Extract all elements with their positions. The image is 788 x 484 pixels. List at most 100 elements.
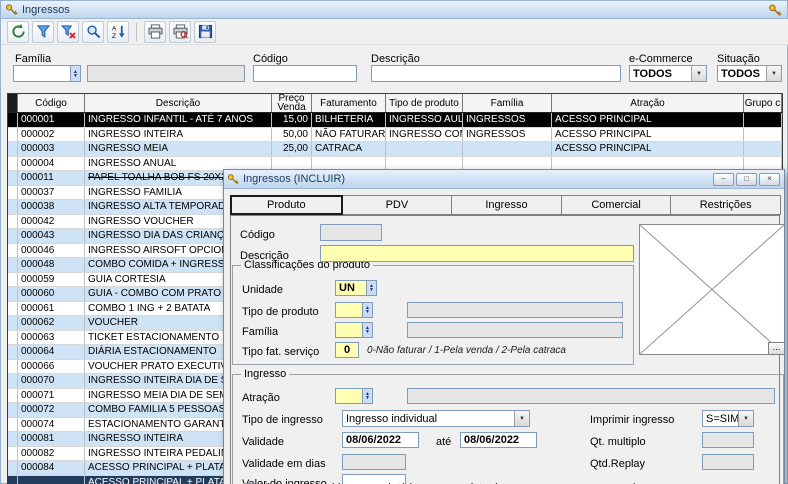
column-header[interactable]: Faturamento bbox=[312, 94, 386, 112]
browse-image-button[interactable]: ... bbox=[768, 342, 785, 355]
grid-cell bbox=[8, 316, 18, 330]
familia-label: Família bbox=[242, 326, 278, 338]
grid-cell bbox=[463, 142, 552, 156]
spinner-icon[interactable]: ▲▼ bbox=[362, 323, 372, 337]
spinner-icon[interactable]: ▲▼ bbox=[362, 389, 372, 403]
key-icon bbox=[227, 173, 239, 185]
grid-cell bbox=[8, 287, 18, 301]
descricao-filter-label: Descrição bbox=[371, 53, 420, 65]
grid-cell: INGRESSO MEIA bbox=[85, 142, 272, 156]
save-button[interactable] bbox=[194, 21, 216, 43]
validade-inicio-input[interactable]: 08/06/2022 bbox=[342, 432, 419, 448]
search-icon bbox=[86, 24, 101, 39]
familia-code-input[interactable]: ▲▼ bbox=[13, 65, 81, 82]
grid-cell bbox=[386, 142, 463, 156]
descricao-filter-input[interactable] bbox=[371, 65, 621, 82]
qt-multiplo-field bbox=[702, 432, 754, 448]
grid-cell: 000043 bbox=[18, 229, 85, 243]
spinner-icon[interactable]: ▲▼ bbox=[362, 303, 372, 317]
familia-name-field bbox=[407, 322, 623, 338]
codigo-filter-input[interactable] bbox=[253, 65, 357, 82]
tipo-ingresso-label: Tipo de ingresso bbox=[242, 414, 323, 426]
spinner-icon[interactable]: ▲▼ bbox=[70, 66, 80, 81]
grid-cell: INGRESSO INTEIRA bbox=[85, 128, 272, 142]
grid-cell bbox=[463, 157, 552, 171]
grid-cell bbox=[8, 171, 18, 185]
print-preview-button[interactable] bbox=[169, 21, 191, 43]
print-button[interactable] bbox=[144, 21, 166, 43]
tab-ingresso[interactable]: Ingresso bbox=[451, 195, 562, 215]
grid-cell: INGRESSOS bbox=[463, 113, 552, 127]
grid-cell bbox=[8, 244, 18, 258]
tipo-ingresso-select[interactable]: Ingresso individual ▼ bbox=[342, 410, 530, 427]
table-row[interactable]: 000003INGRESSO MEIA25,00CATRACAACESSO PR… bbox=[8, 142, 782, 157]
grid-cell bbox=[8, 142, 18, 156]
grid-cell: 000084 bbox=[18, 461, 85, 475]
codigo-label: Código bbox=[240, 229, 275, 241]
window-title: Ingressos bbox=[22, 4, 70, 16]
grid-cell bbox=[552, 157, 744, 171]
descricao-input[interactable] bbox=[320, 245, 634, 262]
grid-cell bbox=[8, 447, 18, 461]
tipo-produto-input[interactable]: ▲▼ bbox=[335, 302, 373, 318]
table-row[interactable]: 000002INGRESSO INTEIRA50,00NÃO FATURARIN… bbox=[8, 128, 782, 143]
tab-produto[interactable]: Produto bbox=[230, 195, 343, 215]
atracao-input[interactable]: ▲▼ bbox=[335, 388, 373, 404]
refresh-button[interactable] bbox=[7, 21, 29, 43]
column-header[interactable]: Tipo de produto bbox=[386, 94, 463, 112]
grid-cell bbox=[8, 113, 18, 127]
toolbar-separator bbox=[136, 23, 137, 41]
ecommerce-select[interactable]: TODOS ▼ bbox=[629, 65, 707, 82]
chevron-down-icon: ▼ bbox=[514, 411, 529, 426]
atracao-label: Atração bbox=[242, 392, 280, 404]
grid-cell bbox=[8, 345, 18, 359]
grid-cell bbox=[8, 374, 18, 388]
grid-cell: 000081 bbox=[18, 432, 85, 446]
grid-cell bbox=[744, 157, 782, 171]
incluir-dialog: Ingressos (INCLUIR) – □ × ProdutoPDVIngr… bbox=[223, 169, 785, 484]
unidade-input[interactable]: UN ▲▼ bbox=[335, 280, 377, 296]
filter-button[interactable] bbox=[32, 21, 54, 43]
imprimir-select[interactable]: S=SIM ▼ bbox=[702, 410, 754, 427]
grid-cell bbox=[272, 157, 312, 171]
grid-cell: 000074 bbox=[18, 418, 85, 432]
filter-icon bbox=[36, 24, 51, 39]
grid-cell bbox=[744, 128, 782, 142]
spinner-icon[interactable]: ▲▼ bbox=[366, 281, 376, 295]
minimize-button[interactable]: – bbox=[713, 173, 734, 186]
column-header[interactable]: Grupo c bbox=[744, 94, 782, 112]
column-header[interactable]: Família bbox=[463, 94, 552, 112]
validade-fim-input[interactable]: 08/06/2022 bbox=[460, 432, 537, 448]
tab-comercial[interactable]: Comercial bbox=[561, 195, 672, 215]
maximize-button[interactable]: □ bbox=[736, 173, 757, 186]
close-button[interactable]: × bbox=[759, 173, 780, 186]
column-header[interactable]: Descrição bbox=[85, 94, 272, 112]
familia-input[interactable]: ▲▼ bbox=[335, 322, 373, 338]
table-row[interactable]: 000001INGRESSO INFANTIL - ATÉ 7 ANOS15,0… bbox=[8, 113, 782, 128]
grid-cell bbox=[8, 418, 18, 432]
column-header[interactable]: Código bbox=[18, 94, 85, 112]
grid-cell: BILHETERIA bbox=[312, 113, 386, 127]
toolbar: AZ bbox=[2, 19, 788, 45]
grid-cell: ACESSO PRINCIPAL bbox=[552, 142, 744, 156]
filter-clear-button[interactable] bbox=[57, 21, 79, 43]
grid-cell: 000060 bbox=[18, 287, 85, 301]
situacao-select[interactable]: TODOS ▼ bbox=[717, 65, 782, 82]
sort-az-icon: AZ bbox=[111, 24, 126, 39]
search-button[interactable] bbox=[82, 21, 104, 43]
grid-cell: 15,00 bbox=[272, 113, 312, 127]
tipo-produto-name-field bbox=[407, 302, 623, 318]
sort-az-button[interactable]: AZ bbox=[107, 21, 129, 43]
tipo-fat-label: Tipo fat. serviço bbox=[242, 346, 319, 358]
column-header[interactable]: Preço Venda bbox=[272, 94, 312, 112]
tab-pdv[interactable]: PDV bbox=[342, 195, 453, 215]
print-preview-icon bbox=[173, 24, 188, 39]
column-header[interactable]: Atração bbox=[552, 94, 744, 112]
tipo-fat-input[interactable]: 0 bbox=[335, 342, 359, 358]
svg-text:A: A bbox=[111, 26, 116, 33]
svg-text:Z: Z bbox=[111, 33, 115, 39]
qt-multiplo-label: Qt. multiplo bbox=[590, 436, 646, 448]
tab-restricoes[interactable]: Restrições bbox=[670, 195, 781, 215]
tipo-fat-hint: 0-Não faturar / 1-Pela venda / 2-Pela ca… bbox=[367, 345, 566, 356]
grid-corner-cell bbox=[8, 94, 18, 112]
